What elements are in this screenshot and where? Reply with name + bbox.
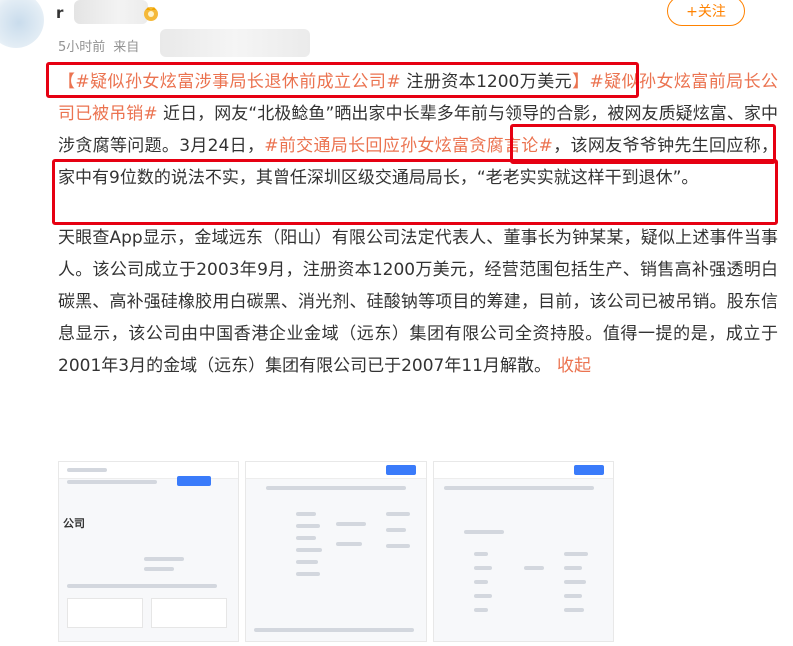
thumbnail-company-label: 公司 — [63, 517, 85, 530]
post-text-4: 天眼查App显示，金域远东（阳山）有限公司法定代表人、董事长为钟某某，疑似上述事… — [58, 228, 778, 376]
post-time[interactable]: 5小时前 — [58, 40, 105, 55]
post-meta: 5小时前 来自 — [58, 36, 147, 55]
screenshot-thumbnail-2[interactable] — [245, 461, 427, 642]
post-source-blurred — [160, 29, 310, 57]
post-text-1: 注册资本1200万美元 — [400, 72, 573, 92]
follow-button[interactable]: +关注 — [667, 0, 745, 26]
post-paragraph-2: 天眼查App显示，金域远东（阳山）有限公司法定代表人、董事长为钟某某，疑似上述事… — [58, 222, 778, 382]
username-blurred — [74, 0, 148, 24]
screenshot-thumbnail-1[interactable]: 公司 — [58, 461, 240, 642]
post-source-prefix: 来自 — [113, 40, 140, 55]
collapse-link[interactable]: 收起 — [557, 356, 591, 376]
avatar[interactable] — [0, 0, 44, 48]
image-gallery: 公司 — [58, 461, 614, 642]
screenshot-thumbnail-3[interactable] — [432, 461, 614, 642]
post-body: 【#疑似孙女炫富涉事局长退休前成立公司# 注册资本1200万美元】#疑似孙女炫富… — [58, 66, 778, 382]
vip-badge-icon — [144, 7, 158, 21]
hashtag-1[interactable]: 【#疑似孙女炫富涉事局长退休前成立公司# — [58, 72, 401, 92]
hashtag-3[interactable]: #前交通局长回应孙女炫富贪腐言论# — [264, 136, 553, 156]
username[interactable]: r — [56, 4, 63, 22]
post-paragraph-1: 【#疑似孙女炫富涉事局长退休前成立公司# 注册资本1200万美元】#疑似孙女炫富… — [58, 66, 778, 194]
